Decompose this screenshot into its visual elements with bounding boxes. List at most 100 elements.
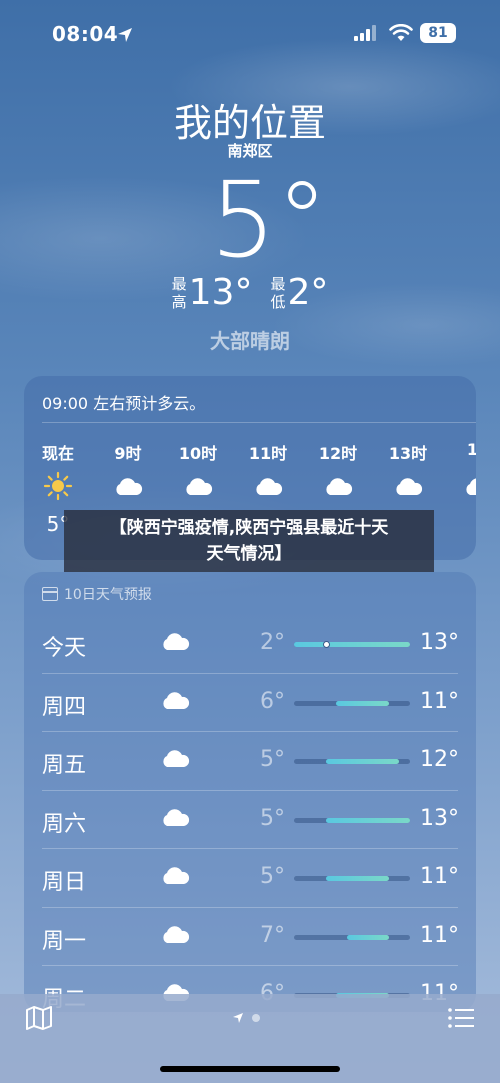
day-low-temp: 2° — [260, 630, 285, 655]
low-temp: 2° — [287, 272, 329, 313]
map-icon[interactable] — [26, 1006, 52, 1030]
hourly-item: 13时 — [378, 440, 438, 512]
forecast-day-row[interactable]: 周一 7° 11° — [42, 906, 459, 965]
hour-label: 11时 — [248, 444, 288, 463]
hour-label: 9时 — [114, 444, 142, 463]
temp-range-bar — [294, 817, 410, 823]
divider — [42, 672, 458, 674]
day-high-temp: 11° — [420, 864, 459, 889]
hourly-item: 14 — [448, 440, 476, 512]
cellular-signal-icon — [354, 25, 376, 41]
hour-label: 13时 — [388, 444, 428, 463]
battery-indicator: 81 — [420, 23, 456, 43]
wifi-icon — [389, 24, 413, 41]
forecast-day-row[interactable]: 周六 5° 13° — [42, 789, 459, 848]
hourly-summary: 09:00 左右预计多云。 — [42, 394, 206, 413]
calendar-icon — [42, 587, 58, 601]
temp-range-fill — [336, 700, 389, 706]
temp-range-bar — [294, 934, 410, 940]
page-indicator[interactable] — [232, 1012, 260, 1024]
day-low-temp: 5° — [260, 747, 285, 772]
high-temp: 13° — [188, 272, 253, 313]
hour-icon-wrap — [238, 464, 298, 508]
temp-range-fill — [325, 876, 389, 881]
low-label-bottom: 低 — [270, 292, 286, 311]
temp-range-fill — [294, 642, 410, 647]
hour-icon-wrap — [448, 464, 476, 508]
hourly-item: 11时 — [238, 440, 298, 512]
day-name: 周一 — [42, 928, 87, 954]
day-low-temp: 5° — [260, 805, 285, 831]
temp-range-fill — [325, 817, 410, 823]
news-title-banner: 【陕西宁强疫情,陕西宁强县最近十天 天气情况】 — [64, 510, 434, 572]
high-low-temps: 最 高 13° 最 低 2° — [0, 272, 500, 313]
hour-icon-wrap — [28, 464, 88, 508]
list-icon[interactable] — [448, 1008, 474, 1028]
temp-range-bar — [294, 759, 410, 764]
low-label-top: 最 — [270, 274, 286, 293]
day-high-temp: 12° — [420, 747, 459, 772]
day-high-temp: 11° — [420, 922, 459, 948]
ten-day-forecast-card[interactable]: 10日天气预报 今天 2° 13° 周四 6° 11° 周五 5° 12° 周六 5° 13° 周日 5°… — [24, 572, 476, 1012]
cloud-icon — [326, 478, 353, 495]
location-arrow-icon — [118, 28, 132, 42]
page-dot — [252, 1014, 260, 1022]
cloud-icon — [186, 478, 213, 495]
hour-label: 14 — [466, 440, 476, 459]
day-name: 周五 — [42, 753, 87, 778]
forecast-day-row[interactable]: 今天 2° 13° — [42, 614, 459, 672]
hour-label: 现在 — [41, 444, 74, 463]
hour-icon-wrap — [168, 464, 228, 508]
temp-range-bar — [294, 876, 410, 881]
low-temp-group: 最 低 2° — [270, 272, 328, 313]
hourly-item: 12时 — [308, 440, 368, 512]
day-low-temp: 7° — [260, 922, 285, 948]
current-temp-marker — [322, 641, 330, 648]
divider — [42, 789, 458, 791]
cloud-icon — [163, 633, 190, 650]
day-name: 周六 — [42, 811, 87, 837]
high-label-bottom: 高 — [171, 292, 187, 311]
ten-day-header: 10日天气预报 — [42, 584, 152, 604]
temp-range-bar — [294, 700, 410, 706]
day-high-temp: 11° — [420, 688, 459, 714]
sun-icon — [43, 471, 73, 501]
hour-icon-wrap — [98, 464, 158, 508]
day-high-temp: 13° — [420, 805, 459, 831]
day-name: 周四 — [42, 694, 87, 720]
home-indicator[interactable] — [160, 1066, 340, 1072]
cloud-icon — [163, 925, 190, 943]
day-low-temp: 5° — [260, 864, 285, 889]
ten-day-title: 10日天气预报 — [64, 587, 152, 603]
high-label-top: 最 — [171, 274, 187, 293]
day-icon-wrap — [160, 864, 190, 890]
hour-icon-wrap — [308, 464, 368, 508]
day-icon-wrap — [160, 630, 190, 656]
day-low-temp: 6° — [260, 688, 285, 714]
hour-label: 12时 — [318, 444, 358, 463]
forecast-day-row[interactable]: 周五 5° 12° — [42, 731, 459, 789]
forecast-day-row[interactable]: 周四 6° 11° — [42, 672, 459, 731]
high-temp-group: 最 高 13° — [172, 272, 253, 313]
cloud-icon — [466, 478, 476, 495]
day-icon-wrap — [160, 923, 190, 949]
hour-icon-wrap — [378, 464, 438, 508]
hourly-item: 10时 — [168, 440, 228, 512]
day-high-temp: 13° — [420, 630, 459, 655]
day-name: 周日 — [42, 870, 87, 895]
banner-line-2: 天气情况】 — [206, 544, 292, 564]
forecast-day-row[interactable]: 周日 5° 11° — [42, 848, 459, 906]
location-arrow-icon — [233, 1013, 243, 1023]
temp-range-fill — [346, 934, 389, 940]
divider — [42, 965, 458, 966]
cloud-icon — [163, 867, 190, 884]
cloud-icon — [163, 750, 190, 767]
divider — [42, 731, 458, 732]
location-title: 我的位置 — [173, 101, 326, 145]
hour-label: 10时 — [178, 444, 218, 463]
current-temperature: 5° — [210, 159, 329, 281]
district-label: 南郑区 — [227, 142, 273, 160]
cloud-icon — [256, 478, 283, 495]
temp-range-fill — [325, 759, 400, 764]
status-time: 08:04 — [52, 22, 119, 46]
